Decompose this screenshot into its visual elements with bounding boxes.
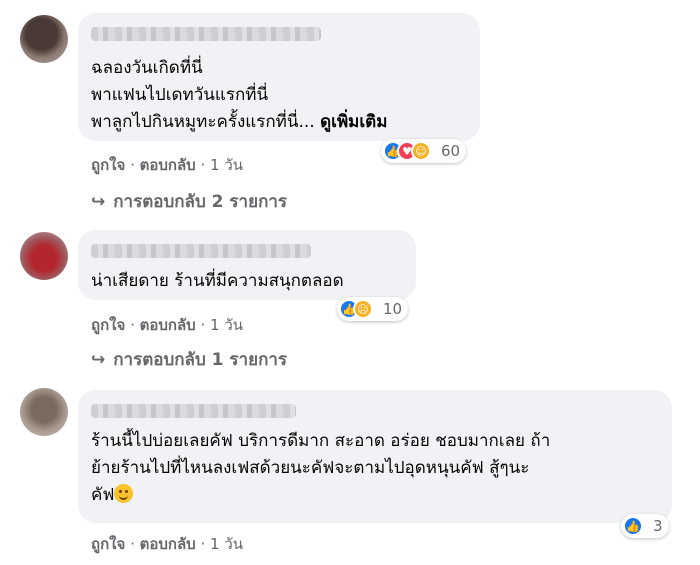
comment-actions: ถูกใจ · ตอบกลับ · 1 วัน (91, 532, 243, 556)
like-button[interactable]: ถูกใจ (91, 316, 125, 334)
reaction-summary[interactable]: 👍 ☹ 10 (337, 297, 409, 321)
separator: · (130, 316, 135, 334)
sad-icon: ☹ (353, 299, 373, 319)
commenter-avatar[interactable] (20, 15, 68, 63)
comment-line: พาลูกไปกินหมูทะครั้งแรกที่นี่... (91, 112, 315, 132)
smiling-face-icon (114, 484, 134, 503)
view-replies-link[interactable]: ↪ การตอบกลับ 2 รายการ (91, 188, 287, 215)
comment-text: น่าเสียดาย ร้านที่มีความสนุกตลอด (91, 271, 344, 291)
like-icon: 👍 (623, 516, 643, 536)
reply-button[interactable]: ตอบกลับ (140, 156, 196, 174)
author-name-blurred[interactable] (91, 404, 296, 418)
separator: · (200, 316, 206, 334)
view-replies-link[interactable]: ↪ การตอบกลับ 1 รายการ (91, 346, 287, 373)
reaction-count: 3 (653, 517, 663, 535)
reply-arrow-icon: ↪ (91, 192, 106, 212)
separator: · (200, 535, 206, 553)
comment-line: ย้ายร้านไปที่ไหนลงเฟสด้วยนะคัฟจะตามไปอุด… (91, 458, 530, 478)
reaction-count: 10 (383, 300, 403, 318)
comment-line-last: คัฟ (91, 482, 550, 509)
comment-actions: ถูกใจ · ตอบกลับ · 1 วัน (91, 313, 243, 337)
reaction-summary[interactable]: 👍 3 (621, 514, 669, 538)
separator: · (130, 156, 135, 174)
like-button[interactable]: ถูกใจ (91, 156, 125, 174)
comment-line-last: พาลูกไปกินหมูทะครั้งแรกที่นี่... ดูเพิ่ม… (91, 109, 387, 136)
commenter-avatar[interactable] (20, 388, 68, 436)
comment-line: ร้านนี้ไปบ่อยเลยคัฟ บริการดีมาก สะอาด อร… (91, 431, 551, 451)
reply-button[interactable]: ตอบกลับ (140, 316, 196, 334)
replies-label: การตอบกลับ 2 รายการ (113, 192, 288, 212)
comment-bubble: น่าเสียดาย ร้านที่มีความสนุกตลอด (78, 230, 416, 300)
comment-bubble: ร้านนี้ไปบ่อยเลยคัฟ บริการดีมาก สะอาด อร… (78, 390, 672, 523)
reaction-count: 60 (441, 142, 461, 160)
care-icon: ☺ (411, 141, 431, 161)
author-name-blurred[interactable] (91, 244, 311, 258)
comment-actions: ถูกใจ · ตอบกลับ · 1 วัน (91, 153, 243, 177)
separator: · (200, 156, 206, 174)
comment-line: พาแฟนไปเดทวันแรกที่นี่ (91, 85, 269, 105)
reply-button[interactable]: ตอบกลับ (140, 535, 196, 553)
reply-arrow-icon: ↪ (91, 350, 106, 370)
comment-text: ฉลองวันเกิดที่นี่ พาแฟนไปเดทวันแรกที่นี่… (91, 55, 387, 136)
comment-time[interactable]: 1 วัน (210, 156, 243, 174)
see-more-link[interactable]: ดูเพิ่มเติม (320, 112, 387, 132)
comment-bubble: ฉลองวันเกิดที่นี่ พาแฟนไปเดทวันแรกที่นี่… (78, 13, 480, 141)
comment-line: คัฟ (91, 485, 115, 505)
comment-text: ร้านนี้ไปบ่อยเลยคัฟ บริการดีมาก สะอาด อร… (91, 428, 550, 509)
like-button[interactable]: ถูกใจ (91, 535, 125, 553)
comment-line: ฉลองวันเกิดที่นี่ (91, 58, 203, 78)
reaction-summary[interactable]: 👍 ♥ ☺ 60 (381, 139, 467, 163)
replies-label: การตอบกลับ 1 รายการ (113, 350, 288, 370)
comment-time[interactable]: 1 วัน (210, 316, 243, 334)
author-name-blurred[interactable] (91, 27, 321, 41)
commenter-avatar[interactable] (20, 232, 68, 280)
comment-time[interactable]: 1 วัน (210, 535, 243, 553)
separator: · (130, 535, 135, 553)
